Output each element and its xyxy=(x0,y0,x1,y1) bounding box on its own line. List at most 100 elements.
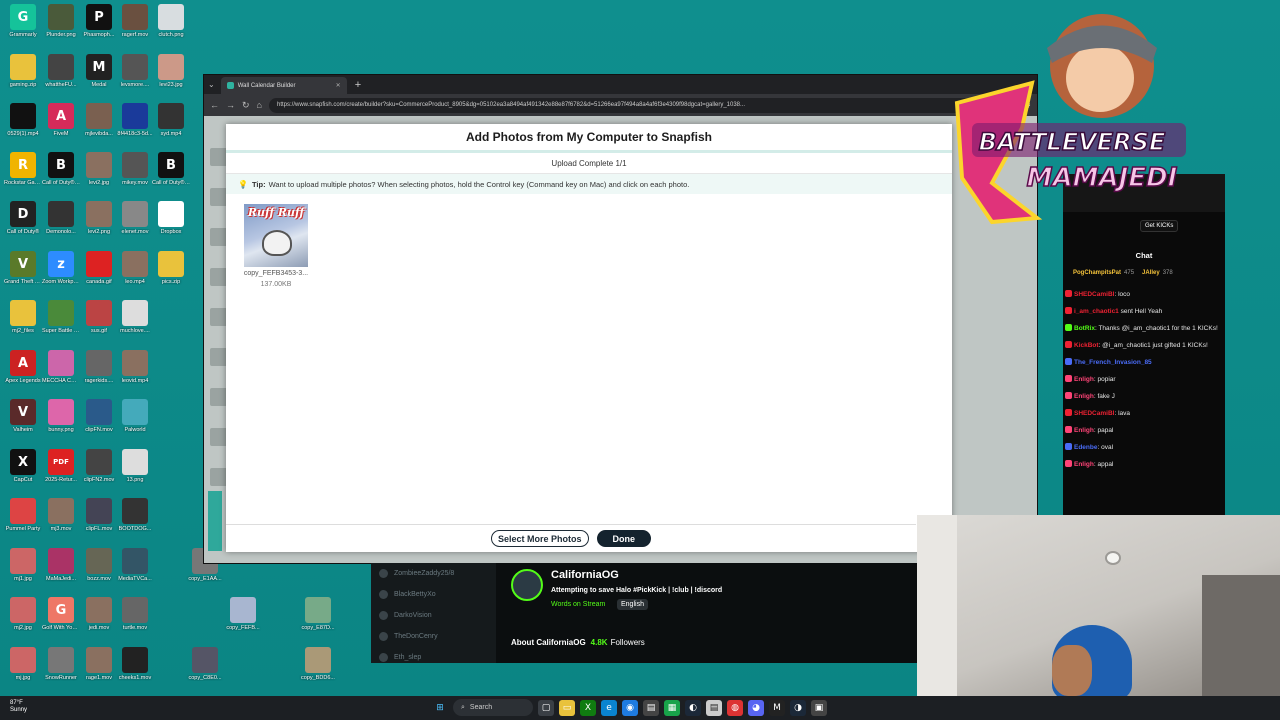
desktop-icon[interactable]: V Grand Theft Auto V Le... xyxy=(4,251,42,285)
chat-username[interactable]: Enligh xyxy=(1074,393,1094,400)
discord-icon[interactable]: ◕ xyxy=(748,699,764,716)
desktop-icon[interactable]: G Grammarly xyxy=(4,4,42,38)
desktop-icon[interactable]: P Phasmoph... xyxy=(80,4,118,38)
desktop-icon[interactable]: clipFN2.mov xyxy=(80,449,118,483)
desktop-icon[interactable]: ragerf.mov xyxy=(116,4,154,38)
desktop-icon[interactable]: mj1.jpg xyxy=(4,548,42,582)
edge-icon[interactable]: e xyxy=(601,699,617,716)
desktop-icon[interactable]: mj2.jpg xyxy=(4,597,42,631)
recorder-icon[interactable]: ▣ xyxy=(811,699,827,716)
desktop-icon[interactable]: ragerkids.... xyxy=(80,350,118,384)
desktop-icon[interactable]: B Call of Duty® Bla... xyxy=(152,152,190,186)
desktop-icon[interactable]: leo.mp4 xyxy=(116,251,154,285)
language-tag[interactable]: English xyxy=(617,599,648,610)
desktop-icon[interactable]: Pummel Party xyxy=(4,498,42,532)
desktop-icon[interactable]: mjlevibda... xyxy=(80,103,118,137)
desktop-icon[interactable]: syd.mp4 xyxy=(152,103,190,137)
desktop-icon[interactable]: canada.gif xyxy=(80,251,118,285)
desktop-icon[interactable]: clutch.png xyxy=(152,4,190,38)
chat-username[interactable]: BotRix xyxy=(1074,325,1095,332)
desktop-icon[interactable]: levsmore.... xyxy=(116,54,154,88)
leaderboard-user[interactable]: JAlley xyxy=(1142,270,1160,276)
desktop-icon[interactable]: copy_BDD6... xyxy=(299,647,337,681)
chat-username[interactable]: Enligh xyxy=(1074,461,1094,468)
desktop-icon[interactable]: elenet.mov xyxy=(116,201,154,235)
back-icon[interactable]: ← xyxy=(210,100,219,110)
desktop-icon[interactable]: gaming.zip xyxy=(4,54,42,88)
desktop-icon[interactable]: Demonolo... xyxy=(42,201,80,235)
desktop-icon[interactable]: Dropbox xyxy=(152,201,190,235)
tab-wall-calendar[interactable]: Wall Calendar Builder ✕ xyxy=(220,77,347,94)
desktop-icon[interactable]: SnowRunner xyxy=(42,647,80,681)
desktop-icon[interactable]: A Apex Legends xyxy=(4,350,42,384)
notepad-icon[interactable]: ▤ xyxy=(706,699,722,716)
desktop-icon[interactable]: X CapCut xyxy=(4,449,42,483)
chat-username[interactable]: i_am_chaotic1 xyxy=(1074,308,1119,315)
desktop-icon[interactable]: 13.png xyxy=(116,449,154,483)
following-item[interactable]: DarkoVision xyxy=(371,605,496,626)
desktop-icon[interactable]: MediaTVCa... xyxy=(116,548,154,582)
photo-thumbnail[interactable]: Ruff Ruff xyxy=(244,204,308,267)
taskbar-search[interactable]: ⌕ Search xyxy=(453,699,533,716)
following-item[interactable]: ZombieeZaddy25/8 xyxy=(371,563,496,584)
desktop-icon[interactable]: mj3.mov xyxy=(42,498,80,532)
chat-username[interactable]: Enligh xyxy=(1074,376,1094,383)
desktop-icon[interactable]: PDF 2025-Retur... xyxy=(42,449,80,483)
browser-icon[interactable]: ◉ xyxy=(622,699,638,716)
uploaded-photo[interactable]: Ruff Ruff copy_FEFB3453-3... 137.00KB xyxy=(236,204,316,288)
desktop-icon[interactable]: M Medal xyxy=(80,54,118,88)
desktop-icon[interactable]: copy_E87D... xyxy=(299,597,337,631)
desktop-icon[interactable]: clipFL.mov xyxy=(80,498,118,532)
green-app-icon[interactable]: ▦ xyxy=(664,699,680,716)
desktop-icon[interactable]: bozz.mov xyxy=(80,548,118,582)
desktop-icon[interactable]: muchlove.... xyxy=(116,300,154,334)
desktop-icon[interactable]: BOOTDOG... xyxy=(116,498,154,532)
desktop-icon[interactable]: levi2.jpg xyxy=(80,152,118,186)
medal-icon[interactable]: M xyxy=(769,699,785,716)
chat-username[interactable]: Enligh xyxy=(1074,427,1094,434)
streamer-name[interactable]: CaliforniaOG xyxy=(551,569,619,581)
desktop-icon[interactable]: clipFN.mov xyxy=(80,399,118,433)
desktop-icon[interactable]: pics.zip xyxy=(152,251,190,285)
refresh-icon[interactable]: ↻ xyxy=(242,100,250,111)
desktop-icon[interactable]: z Zoom Workplace xyxy=(42,251,80,285)
chat-username[interactable]: Edenbe xyxy=(1074,444,1097,451)
category-link[interactable]: Words on Stream xyxy=(551,601,605,608)
desktop-icon[interactable]: B Call of Duty® Bla... xyxy=(42,152,80,186)
chat-username[interactable]: SHEDCamiBl xyxy=(1074,291,1114,298)
task-view-icon[interactable]: ▢ xyxy=(538,699,554,716)
desktop-icon[interactable]: Plunder.png xyxy=(42,4,80,38)
following-item[interactable]: BlackBettyXo xyxy=(371,584,496,605)
desktop-icon[interactable]: V Valheim xyxy=(4,399,42,433)
desktop-icon[interactable]: A FiveM xyxy=(42,103,80,137)
desktop-icon[interactable]: R Rockstar Games ... xyxy=(4,152,42,186)
desktop-icon[interactable]: Palworld xyxy=(116,399,154,433)
desktop-icon[interactable]: sus.gif xyxy=(80,300,118,334)
desktop-icon[interactable]: levi23.jpg xyxy=(152,54,190,88)
windows-start-icon[interactable]: ⊞ xyxy=(432,700,448,716)
desktop-icon[interactable]: Super Battle Golf xyxy=(42,300,80,334)
weather-widget[interactable]: 87°F Sunny xyxy=(10,700,27,714)
desktop-icon[interactable]: D Call of Duty® xyxy=(4,201,42,235)
chat-username[interactable]: SHEDCamiBl xyxy=(1074,410,1114,417)
chrome-icon[interactable]: ◍ xyxy=(727,699,743,716)
file-explorer-icon[interactable]: ▭ xyxy=(559,699,575,716)
home-icon[interactable]: ⌂ xyxy=(257,100,262,110)
desktop-icon[interactable]: 0529(1).mp4 xyxy=(4,103,42,137)
desktop-icon[interactable]: MaMaJedi... xyxy=(42,548,80,582)
desktop-icon[interactable]: mikey.mov xyxy=(116,152,154,186)
chat-username[interactable]: The_French_Invasion_85 xyxy=(1074,359,1152,366)
address-bar[interactable]: https://www.snapfish.com/create/builder?… xyxy=(268,97,987,113)
done-button[interactable]: Done xyxy=(596,530,652,547)
desktop-icon[interactable]: MECCHA CHAMLE... xyxy=(42,350,80,384)
feedback-tab[interactable] xyxy=(208,491,222,551)
desktop-icon[interactable]: whattheFU... xyxy=(42,54,80,88)
desktop-icon[interactable]: copy_C8E0... xyxy=(186,647,224,681)
xbox-icon[interactable]: X xyxy=(580,699,596,716)
desktop-icon[interactable]: rage1.mov xyxy=(80,647,118,681)
steam-icon[interactable]: ◐ xyxy=(685,699,701,716)
desktop-icon[interactable]: leovid.mp4 xyxy=(116,350,154,384)
following-item[interactable]: TheDonCenry xyxy=(371,626,496,647)
desktop-icon[interactable]: mj2_files xyxy=(4,300,42,334)
close-tab-icon[interactable]: ✕ xyxy=(336,82,341,89)
